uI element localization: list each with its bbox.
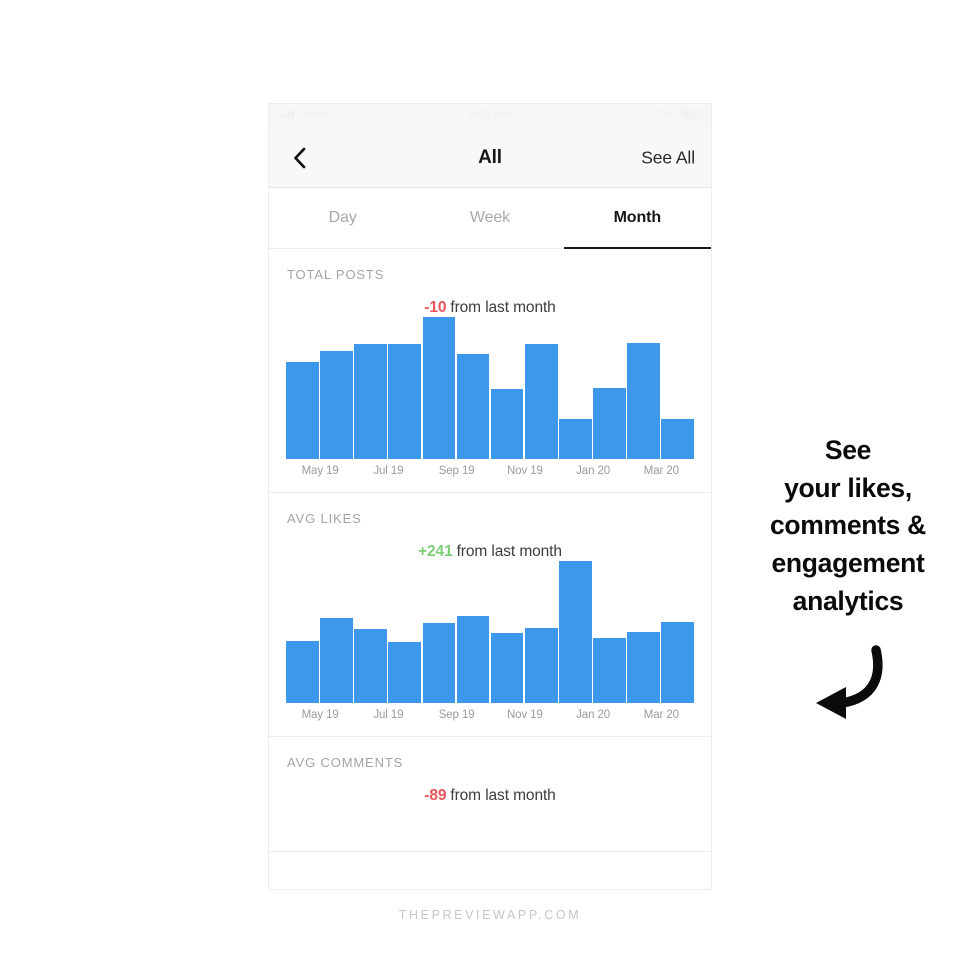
period-tab-bar: Day Week Month — [269, 188, 711, 249]
x-axis-tick: Nov 19 — [506, 465, 543, 477]
curved-arrow-down-left-icon — [816, 645, 883, 720]
callout-arrow — [726, 642, 970, 722]
bar — [320, 617, 353, 703]
card-title: AVG LIKES — [287, 511, 362, 526]
x-axis-tick: Nov 19 — [506, 709, 543, 721]
headline-line-1: See — [824, 435, 872, 465]
x-axis-tick: Jul 19 — [373, 709, 404, 721]
bar — [661, 622, 694, 703]
delta-suffix: from last month — [450, 299, 556, 316]
x-axis-tick: May 19 — [301, 709, 339, 721]
tab-day[interactable]: Day — [269, 188, 416, 248]
x-axis-labels: May 19 Jul 19 Sep 19 Nov 19 Jan 20 Mar 20 — [286, 709, 694, 736]
bar — [559, 561, 592, 703]
card-delta: -89 from last month — [269, 787, 711, 805]
headline-line-5: analytics — [792, 585, 904, 616]
metric-card-avg-comments: AVG COMMENTS -89 from last month — [269, 737, 711, 852]
bar — [593, 637, 626, 703]
bar — [286, 362, 319, 459]
bar — [661, 419, 694, 459]
status-bar: Telstra ◓ 8:37 pm 75% — [269, 104, 711, 128]
callout-headline: See your likes, comments & engagement an… — [726, 432, 970, 620]
status-bar-right: 75% — [655, 108, 704, 120]
x-axis-tick: Jan 20 — [576, 465, 611, 477]
nav-bar: All See All — [269, 128, 711, 188]
bar — [456, 616, 490, 703]
headline-line-2: your likes, — [784, 472, 912, 503]
site-watermark: THEPREVIEWAPP.COM — [398, 908, 582, 922]
card-title: AVG COMMENTS — [287, 755, 404, 770]
x-axis-tick: Jan 20 — [576, 709, 611, 721]
headline-line-4: engagement — [771, 547, 925, 578]
bar-series — [286, 561, 694, 703]
x-axis-tick: May 19 — [301, 465, 339, 477]
metric-card-total-posts: TOTAL POSTS -10 from last month May 19 Jul… — [269, 249, 711, 493]
card-delta: -10 from last month — [269, 299, 711, 317]
delta-value: -89 — [424, 787, 447, 804]
tab-month[interactable]: Month — [563, 188, 711, 249]
delta-value: +241 — [418, 543, 453, 560]
bar-series — [286, 317, 694, 459]
x-axis-tick: Mar 20 — [643, 709, 679, 721]
bar — [490, 633, 524, 703]
metric-card-avg-likes: AVG LIKES +241 from last month May 19 Jul … — [269, 493, 711, 737]
bar-chart-avg-likes: May 19 Jul 19 Sep 19 Nov 19 Jan 20 Mar 20 — [286, 561, 694, 736]
bar — [456, 353, 490, 459]
x-axis-labels: May 19 Jul 19 Sep 19 Nov 19 Jan 20 Mar 20 — [286, 465, 694, 492]
tab-week[interactable]: Week — [416, 188, 563, 248]
bar — [422, 623, 456, 703]
delta-value: -10 — [424, 299, 447, 316]
battery-icon — [681, 109, 704, 119]
bar — [524, 343, 558, 459]
status-bar-clock: 8:37 pm — [469, 108, 511, 120]
bar — [524, 627, 558, 703]
x-axis-tick: Sep 19 — [438, 465, 475, 477]
bar — [388, 641, 421, 703]
card-spacer — [269, 805, 711, 851]
x-axis-tick: Sep 19 — [438, 709, 475, 721]
bar — [320, 351, 353, 459]
bar — [286, 640, 319, 703]
callout-block: See your likes, comments & engagement an… — [726, 432, 970, 722]
delta-suffix: from last month — [450, 787, 556, 804]
x-axis-tick: Jul 19 — [373, 465, 404, 477]
delta-suffix: from last month — [456, 543, 562, 560]
bar — [559, 419, 592, 459]
x-axis-tick: Mar 20 — [643, 465, 679, 477]
bar — [354, 343, 387, 459]
card-title: TOTAL POSTS — [287, 267, 385, 282]
headline-line-3: comments & — [769, 510, 927, 541]
bar — [388, 343, 421, 459]
see-all-button[interactable]: See All — [641, 147, 695, 168]
bar — [627, 342, 660, 459]
bar — [422, 317, 456, 459]
bar-chart-total-posts: May 19 Jul 19 Sep 19 Nov 19 Jan 20 Mar 20 — [286, 317, 694, 492]
phone-mockup: Telstra ◓ 8:37 pm 75% All See All Day We… — [268, 103, 712, 890]
bar — [627, 632, 660, 703]
bar — [490, 389, 524, 459]
bar — [593, 388, 626, 459]
bar — [354, 629, 387, 703]
card-delta: +241 from last month — [269, 543, 711, 561]
battery-percent-label: 75% — [655, 108, 677, 120]
